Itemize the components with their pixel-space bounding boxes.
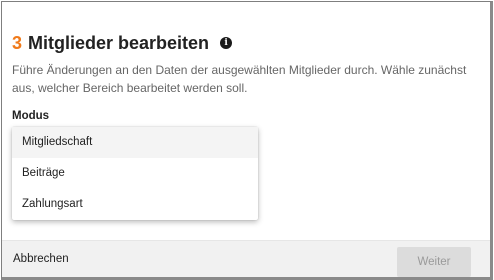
dialog-heading: 3 Mitglieder bearbeiten i: [12, 31, 233, 55]
dialog: 3 Mitglieder bearbeiten i Führe Änderung…: [1, 1, 493, 280]
cancel-button[interactable]: Abbrechen: [13, 253, 69, 265]
dialog-title: Mitglieder bearbeiten: [28, 32, 210, 53]
modus-label: Modus: [12, 110, 50, 122]
modus-option-zahlungsart[interactable]: Zahlungsart: [12, 189, 258, 220]
info-icon[interactable]: i: [220, 37, 233, 49]
modus-option-beitraege[interactable]: Beiträge: [12, 158, 258, 189]
modus-option-mitgliedschaft[interactable]: Mitgliedschaft: [12, 127, 258, 158]
dialog-footer: Abbrechen Weiter: [2, 240, 490, 277]
modus-dropdown-menu: Mitgliedschaft Beiträge Zahlungsart: [12, 127, 258, 220]
step-number: 3: [12, 32, 23, 53]
next-button[interactable]: Weiter: [397, 247, 471, 277]
dialog-description: Führe Änderungen an den Daten der ausgew…: [12, 63, 467, 95]
